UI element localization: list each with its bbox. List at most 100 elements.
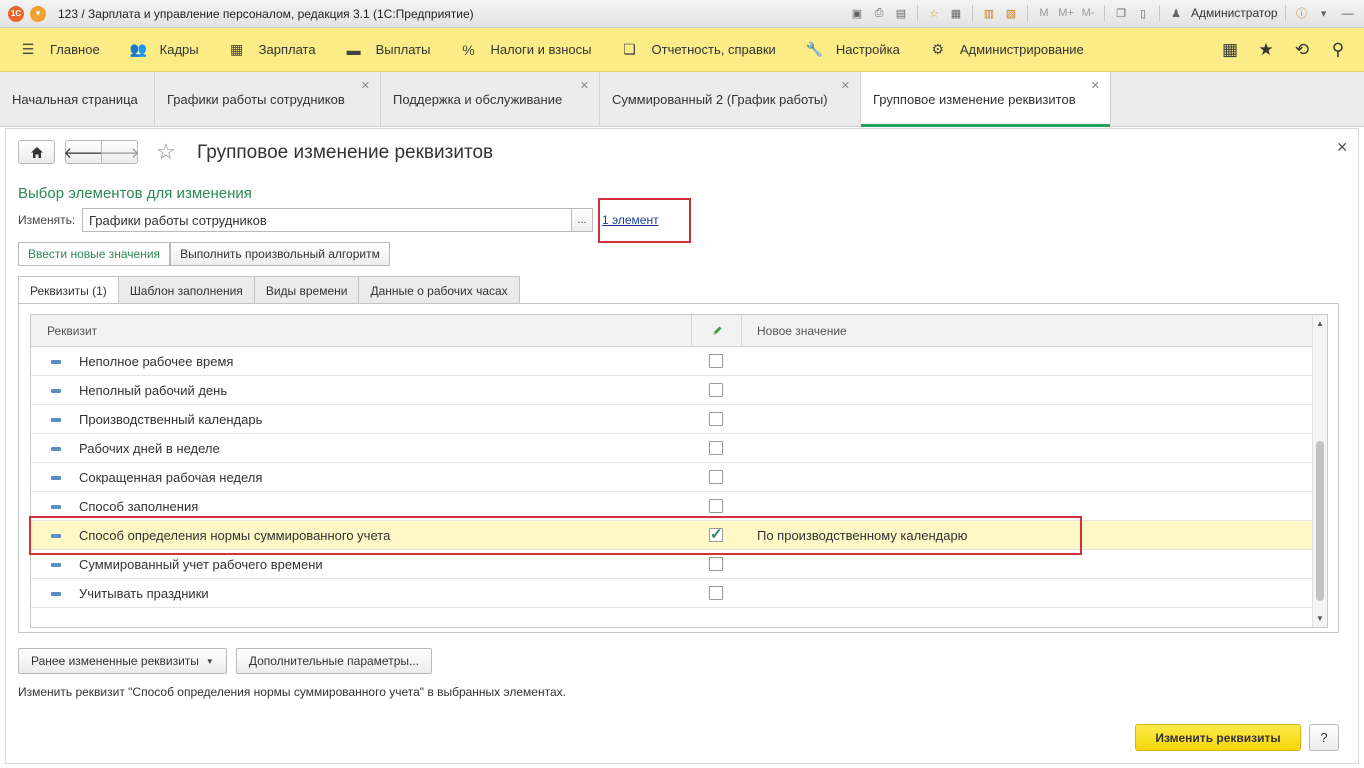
menu-main[interactable]: ☰ Главное	[0, 28, 112, 72]
memory-m-minus-button[interactable]: M-	[1079, 4, 1097, 22]
table-row[interactable]: Неполный рабочий день	[31, 376, 1314, 405]
star-icon[interactable]: ★	[1250, 34, 1282, 66]
column-separator	[741, 315, 742, 347]
vertical-scrollbar[interactable]: ▲ ▼	[1312, 315, 1327, 627]
scroll-thumb[interactable]	[1316, 441, 1324, 601]
memory-m-plus-button[interactable]: M+	[1057, 4, 1075, 22]
save-icon[interactable]: ▣	[848, 4, 866, 22]
menu-administration[interactable]: ⚙ Администрирование	[912, 28, 1096, 72]
separator	[972, 5, 973, 21]
scroll-up-icon[interactable]: ▲	[1316, 319, 1324, 328]
menu-taxes[interactable]: % Налоги и взносы	[442, 28, 603, 72]
title-toolbar: ▣ ⎙ ▤ ☆ ▦ ▥ ▧ M M+ M- ❐ ▯ ♟ Администрато…	[848, 4, 1364, 22]
arrow-left-icon: 🡐	[63, 144, 104, 162]
bottom-toolbar: Ранее измененные реквизиты ▼ Дополнитель…	[18, 648, 432, 674]
previously-changed-button[interactable]: Ранее измененные реквизиты ▼	[18, 648, 227, 674]
menu-personnel-label: Кадры	[159, 42, 199, 57]
print-icon[interactable]: ⎙	[870, 4, 888, 22]
bookmark-icon[interactable]: ▦	[947, 4, 965, 22]
change-checkbox[interactable]	[709, 383, 723, 397]
menu-settings[interactable]: 🔧 Настройка	[788, 28, 912, 72]
scroll-down-icon[interactable]: ▼	[1316, 614, 1324, 623]
tab-summarized-schedule[interactable]: Суммированный 2 (График работы) ✕	[600, 72, 861, 127]
previously-changed-label: Ранее измененные реквизиты	[31, 654, 199, 668]
tab-label: Суммированный 2 (График работы)	[612, 92, 828, 107]
tab-attributes[interactable]: Реквизиты (1)	[18, 276, 119, 305]
calculator-icon[interactable]: ▥	[980, 4, 998, 22]
section-title: Выбор элементов для изменения	[18, 185, 252, 202]
attribute-name: Способ заполнения	[79, 499, 199, 514]
tab-home[interactable]: Начальная страница	[0, 72, 155, 127]
table-row[interactable]: Сокращенная рабочая неделя	[31, 463, 1314, 492]
change-checkbox[interactable]	[709, 499, 723, 513]
menu-personnel[interactable]: 👥 Кадры	[112, 28, 211, 72]
percent-icon: %	[462, 41, 475, 58]
column-edit-flag[interactable]	[692, 315, 741, 347]
attribute-icon	[51, 360, 61, 364]
people-icon: 👥	[129, 41, 148, 57]
favorite-add-icon[interactable]: ☆	[925, 4, 943, 22]
table-row[interactable]: Учитывать праздники	[31, 579, 1314, 608]
run-algorithm-button[interactable]: Выполнить произвольный алгоритм	[170, 242, 390, 266]
app-menu-icon[interactable]: ▾	[30, 5, 46, 22]
menu-payments[interactable]: ▬ Выплаты	[328, 28, 443, 72]
attribute-icon	[51, 563, 61, 567]
highlight-frame	[598, 198, 691, 243]
back-button[interactable]: 🡐	[63, 140, 104, 164]
change-checkbox[interactable]	[709, 441, 723, 455]
change-object-field[interactable]: Графики работы сотрудников	[82, 208, 572, 232]
calendar-icon[interactable]: ▧	[1002, 4, 1020, 22]
tab-work-hours-data[interactable]: Данные о рабочих часах	[358, 276, 520, 304]
menu-right-tools: ▦ ★ ⟲ ⚲	[1214, 28, 1354, 72]
close-icon[interactable]: ✕	[1091, 79, 1100, 92]
tab-support[interactable]: Поддержка и обслуживание ✕	[381, 72, 600, 127]
table-row[interactable]: Производственный календарь	[31, 405, 1314, 434]
attribute-name: Производственный календарь	[79, 412, 263, 427]
user-name[interactable]: Администратор	[1191, 6, 1278, 20]
change-checkbox[interactable]	[709, 557, 723, 571]
change-checkbox[interactable]	[709, 412, 723, 426]
close-icon[interactable]: ✕	[841, 79, 850, 92]
separator	[1284, 5, 1286, 21]
preview-icon[interactable]: ▤	[892, 4, 910, 22]
tab-work-schedules[interactable]: Графики работы сотрудников ✕	[155, 72, 381, 127]
forward-button[interactable]: 🡒	[99, 140, 140, 164]
tab-group-edit[interactable]: Групповое изменение реквизитов ✕	[861, 72, 1111, 127]
table-row[interactable]: Рабочих дней в неделе	[31, 434, 1314, 463]
additional-params-button[interactable]: Дополнительные параметры...	[235, 648, 432, 674]
panel-icon[interactable]: ▯	[1134, 4, 1152, 22]
minimize-button[interactable]: —	[1337, 4, 1359, 22]
tab-time-types[interactable]: Виды времени	[253, 276, 360, 304]
change-checkbox[interactable]	[709, 354, 723, 368]
attribute-name: Неполное рабочее время	[79, 354, 234, 369]
attribute-name: Рабочих дней в неделе	[79, 441, 220, 456]
grid-icon[interactable]: ▦	[1214, 34, 1246, 66]
chevron-down-icon[interactable]: ▾	[1315, 4, 1333, 22]
home-button[interactable]	[18, 140, 55, 164]
pencil-icon	[712, 326, 721, 335]
attribute-icon	[51, 389, 61, 393]
history-icon[interactable]: ⟲	[1286, 34, 1318, 66]
column-new-value[interactable]: Новое значение	[757, 315, 847, 347]
windows-icon[interactable]: ❐	[1112, 4, 1130, 22]
select-object-button[interactable]: ...	[571, 208, 593, 232]
enter-new-values-button[interactable]: Ввести новые значения	[18, 242, 171, 266]
close-icon[interactable]: ✕	[361, 79, 370, 92]
change-checkbox[interactable]	[709, 470, 723, 484]
memory-m-button[interactable]: M	[1035, 4, 1053, 22]
search-icon[interactable]: ⚲	[1322, 34, 1354, 66]
change-attributes-button[interactable]: Изменить реквизиты	[1135, 724, 1301, 751]
close-icon[interactable]: ✕	[580, 79, 589, 92]
help-button[interactable]: ?	[1309, 724, 1339, 751]
menu-reports[interactable]: ❏ Отчетность, справки	[604, 28, 788, 72]
close-form-icon[interactable]: ✕	[1336, 139, 1348, 156]
user-icon: ♟	[1171, 7, 1181, 20]
app-logo-icon[interactable]: 1C	[8, 5, 24, 22]
change-checkbox[interactable]	[709, 586, 723, 600]
column-attribute[interactable]: Реквизит	[47, 315, 97, 347]
tab-fill-template[interactable]: Шаблон заполнения	[117, 276, 255, 304]
info-icon[interactable]: ⓘ	[1293, 4, 1311, 22]
menu-salary[interactable]: ▦ Зарплата	[211, 28, 328, 72]
table-row[interactable]: Неполное рабочее время	[31, 347, 1314, 376]
favorite-star-icon[interactable]: ☆	[156, 139, 176, 165]
